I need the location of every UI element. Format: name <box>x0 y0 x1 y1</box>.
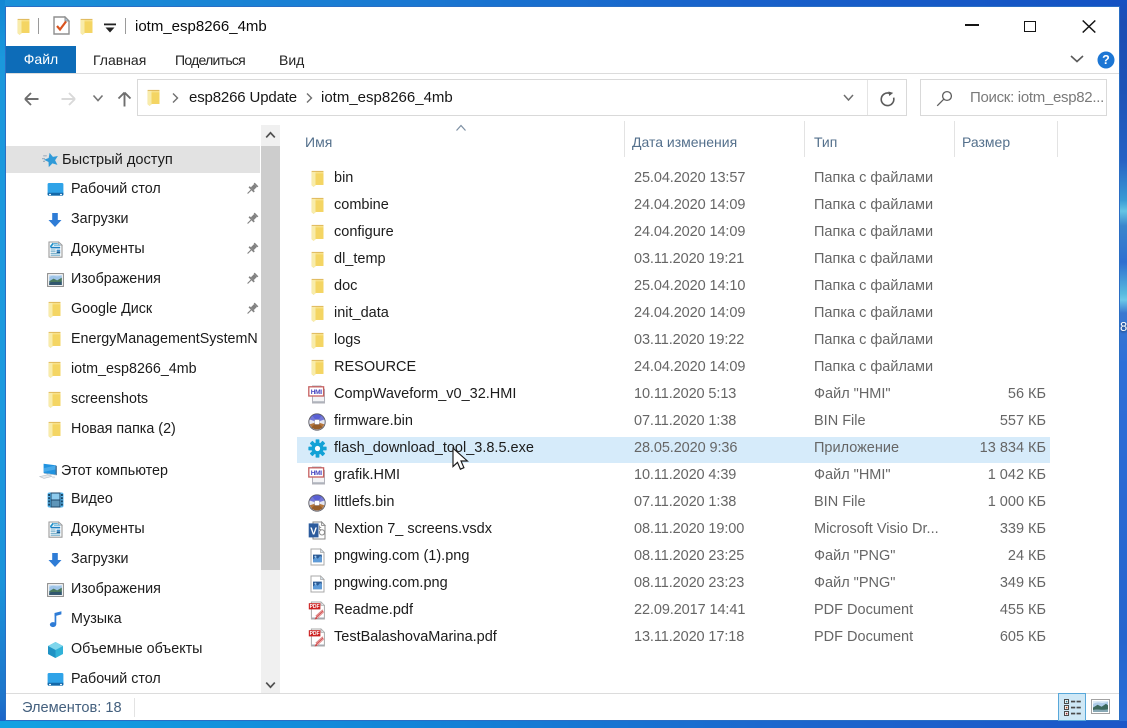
svg-text:PDF: PDF <box>310 631 320 637</box>
svg-text:?: ? <box>1102 53 1110 67</box>
svg-text:V: V <box>310 526 317 537</box>
svg-text:PDF: PDF <box>310 604 320 610</box>
svg-text:HMI: HMI <box>311 389 322 396</box>
svg-text:HMI: HMI <box>311 470 322 477</box>
